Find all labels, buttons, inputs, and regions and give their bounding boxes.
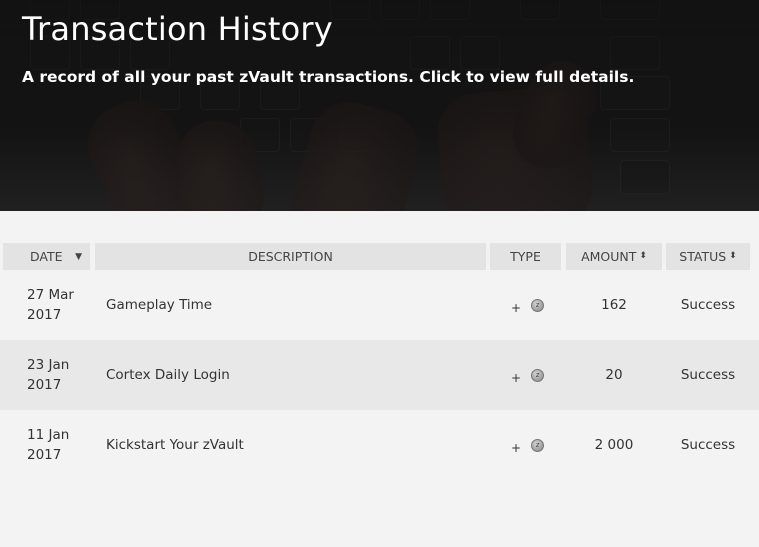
date-day: 27 Mar <box>27 287 74 303</box>
row-description: Gameplay Time <box>106 297 213 313</box>
row-amount: 162 <box>601 297 627 313</box>
column-header-description: DESCRIPTION <box>95 243 486 270</box>
column-header-type: TYPE <box>490 243 561 270</box>
column-label: DATE <box>30 249 63 264</box>
row-amount: 2 000 <box>594 437 634 453</box>
table-header: DATE ▼ DESCRIPTION TYPE AMOUNT ⬍ STATUS … <box>0 243 759 270</box>
transactions-table: DATE ▼ DESCRIPTION TYPE AMOUNT ⬍ STATUS … <box>0 243 759 480</box>
row-amount: 20 <box>605 367 623 383</box>
column-label: DESCRIPTION <box>248 249 333 264</box>
row-date: 23 Jan 2017 <box>27 340 87 410</box>
column-header-status[interactable]: STATUS ⬍ <box>666 243 750 270</box>
column-header-amount[interactable]: AMOUNT ⬍ <box>566 243 662 270</box>
z-coin-icon: z <box>531 438 545 452</box>
date-day: 23 Jan <box>27 357 70 373</box>
sort-toggle-icon[interactable]: ⬍ <box>729 252 737 261</box>
row-status: Success <box>680 297 736 313</box>
date-year: 2017 <box>27 307 62 323</box>
table-row[interactable]: 23 Jan 2017 Cortex Daily Login + z 20 Su… <box>0 340 759 410</box>
table-row[interactable]: 27 Mar 2017 Gameplay Time + z 162 Succes… <box>0 270 759 340</box>
column-label: STATUS <box>679 249 727 264</box>
row-description: Cortex Daily Login <box>106 367 230 383</box>
row-status: Success <box>680 437 736 453</box>
row-type: + z <box>511 410 551 480</box>
z-coin-icon: z <box>531 368 545 382</box>
row-type: + z <box>511 270 551 340</box>
column-label: TYPE <box>510 249 541 264</box>
row-status: Success <box>680 367 736 383</box>
page-subtitle: A record of all your past zVault transac… <box>22 68 635 86</box>
row-type: + z <box>511 340 551 410</box>
date-year: 2017 <box>27 377 62 393</box>
date-day: 11 Jan <box>27 427 70 443</box>
row-description: Kickstart Your zVault <box>106 437 244 453</box>
row-date: 11 Jan 2017 <box>27 410 87 480</box>
date-year: 2017 <box>27 447 62 463</box>
column-label: AMOUNT <box>581 249 637 264</box>
z-coin-icon: z <box>531 298 545 312</box>
hero-banner: Transaction History A record of all your… <box>0 0 759 211</box>
sort-desc-icon[interactable]: ▼ <box>75 252 82 262</box>
row-date: 27 Mar 2017 <box>27 270 87 340</box>
sort-toggle-icon[interactable]: ⬍ <box>639 252 647 261</box>
page-title: Transaction History <box>22 10 333 48</box>
column-header-date[interactable]: DATE ▼ <box>3 243 90 270</box>
credit-sign: + <box>511 300 522 315</box>
table-row[interactable]: 11 Jan 2017 Kickstart Your zVault + z 2 … <box>0 410 759 480</box>
credit-sign: + <box>511 440 522 455</box>
credit-sign: + <box>511 370 522 385</box>
